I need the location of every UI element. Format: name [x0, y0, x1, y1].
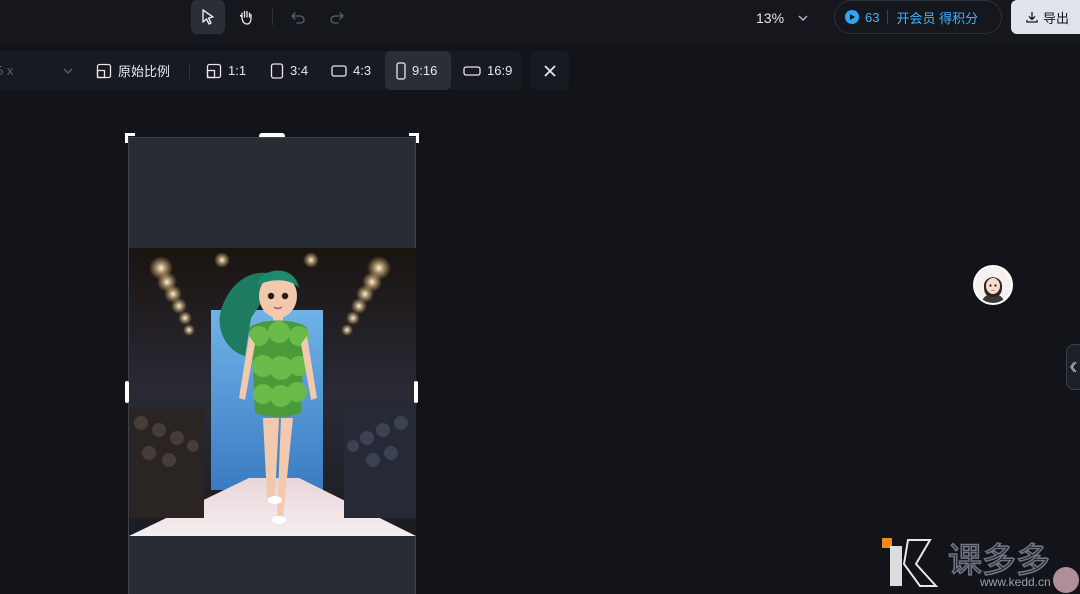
zoom-dropdown[interactable]: 13%: [756, 6, 812, 30]
ratio-original[interactable]: 原始比例: [96, 51, 170, 90]
chevron-down-icon: [63, 68, 73, 74]
toolbar-divider: [272, 9, 273, 25]
kedd-watermark: 课多多 www.kedd.cn: [880, 536, 1080, 594]
landscape-ratio-icon: [331, 64, 347, 77]
undo-button[interactable]: [281, 0, 315, 34]
redo-icon: [330, 12, 344, 24]
size-dropdown-label: 5 x: [0, 63, 14, 78]
hand-icon: [239, 10, 252, 25]
ratio-3-4[interactable]: 3:4: [270, 51, 308, 90]
ratio-label: 16:9: [487, 63, 513, 78]
avatar-face-icon: [975, 267, 1011, 303]
crop-handle-right[interactable]: [414, 381, 418, 403]
top-toolbar: 13% 63 开会员 得积分 导出: [0, 0, 1080, 44]
ratio-original-label: 原始比例: [118, 64, 171, 79]
ratio-label: 9:16: [412, 63, 438, 78]
redo-button[interactable]: [320, 0, 354, 34]
avatar[interactable]: [973, 265, 1013, 305]
credits-pill[interactable]: 63 开会员 得积分: [834, 0, 1002, 34]
select-tool-button[interactable]: [191, 0, 225, 34]
aspect-ratio-bar: 5 x 原始比例 1:1 3:4 4:3 9:16: [0, 51, 522, 90]
ratio-1-1[interactable]: 1:1: [206, 51, 246, 90]
close-icon: [543, 64, 556, 77]
zoom-value: 13%: [756, 10, 785, 26]
undo-icon: [291, 12, 305, 24]
collapse-panel-button[interactable]: [1066, 344, 1080, 390]
ratio-label: 1:1: [228, 63, 247, 78]
credits-divider: [887, 10, 889, 24]
runway-image[interactable]: [129, 248, 416, 536]
runway-illustration: [129, 248, 416, 536]
crop-handle-top-left[interactable]: [125, 133, 128, 143]
square-ratio-icon: [206, 63, 222, 78]
collapse-icon: [1069, 361, 1076, 373]
export-label: 导出: [1043, 10, 1070, 26]
portrait-ratio-icon: [270, 62, 284, 79]
ratio-4-3[interactable]: 4:3: [331, 51, 371, 90]
ratio-label: 3:4: [290, 63, 309, 78]
download-icon: [1026, 12, 1038, 23]
crop-handle-top-right[interactable]: [416, 133, 419, 143]
hand-tool-button[interactable]: [229, 0, 263, 34]
tall-ratio-icon: [396, 61, 406, 80]
kedd-logo: 课多多 www.kedd.cn: [882, 538, 1079, 593]
size-dropdown[interactable]: 5 x: [0, 51, 75, 90]
crop-handle-left[interactable]: [125, 381, 129, 403]
vip-link[interactable]: 开会员 得积分: [896, 8, 978, 27]
ratio-16-9[interactable]: 16:9: [463, 51, 512, 90]
coin-icon: [845, 10, 859, 24]
credits-count: 63: [865, 9, 880, 25]
original-ratio-icon: [96, 63, 112, 78]
ratio-divider: [189, 63, 190, 79]
wide-ratio-icon: [463, 65, 481, 76]
chevron-down-icon: [798, 15, 808, 21]
cursor-icon: [202, 9, 214, 25]
ratio-9-16[interactable]: 9:16: [385, 51, 451, 90]
crop-handle-top[interactable]: [259, 133, 285, 137]
watermark-url: www.kedd.cn: [979, 575, 1051, 589]
ratio-label: 4:3: [353, 63, 372, 78]
close-ratio-button[interactable]: [530, 51, 569, 90]
export-button[interactable]: 导出: [1011, 0, 1080, 34]
